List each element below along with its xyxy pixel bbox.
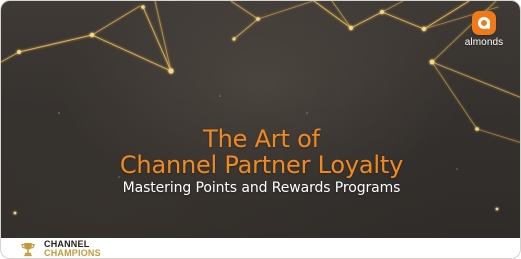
brand-wordmark: almonds: [464, 37, 504, 48]
hero-banner: almonds The Art of Channel Partner Loyal…: [1, 1, 520, 238]
card: almonds The Art of Channel Partner Loyal…: [0, 0, 521, 259]
channel-champions-badge[interactable]: CHANNEL CHAMPIONS: [19, 240, 101, 258]
brand-logo[interactable]: almonds: [454, 11, 514, 51]
hero-title-line-2: Channel Partner Loyalty: [119, 151, 404, 179]
badge-line-2: CHAMPIONS: [44, 248, 101, 258]
badge-text: CHANNEL CHAMPIONS: [44, 240, 101, 258]
constellation-lines: [1, 1, 520, 215]
hero-title-line-1: The Art of: [203, 125, 320, 153]
almonds-logo-icon: [472, 11, 496, 35]
hero-subtitle: Mastering Points and Rewards Programs: [122, 180, 401, 196]
hero-title: The Art of Channel Partner Loyalty: [1, 125, 520, 179]
footer-bar: CHANNEL CHAMPIONS: [1, 238, 520, 258]
trophy-icon: [21, 243, 35, 257]
